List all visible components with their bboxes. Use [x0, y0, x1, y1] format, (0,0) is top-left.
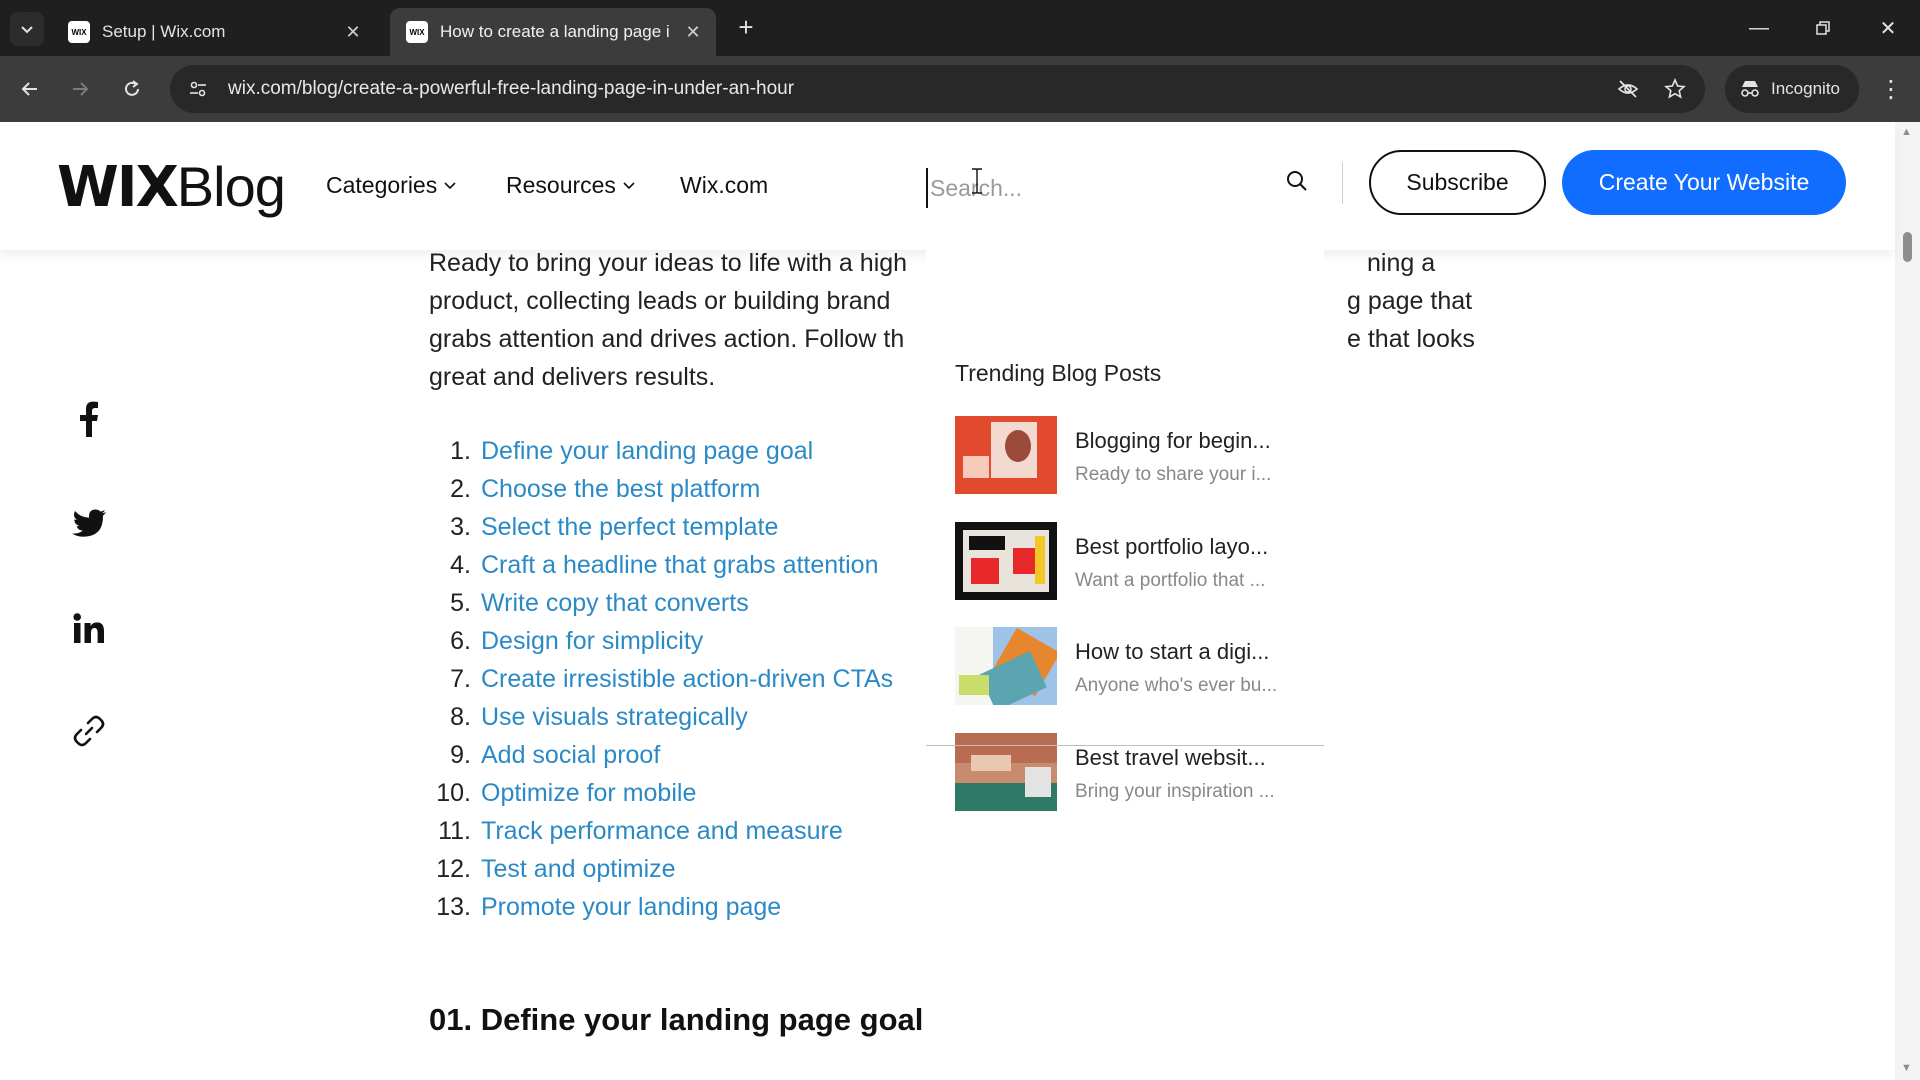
trending-post-item[interactable]: Blogging for begin... Ready to share you… [955, 416, 1325, 494]
toc-link[interactable]: Craft a headline that grabs attention [481, 546, 879, 584]
toc-link[interactable]: Track performance and measure [481, 812, 843, 850]
toc-link[interactable]: Choose the best platform [481, 470, 760, 508]
post-thumbnail [955, 522, 1057, 600]
post-title: Best travel websit... [1075, 745, 1266, 770]
close-icon[interactable]: ✕ [682, 21, 704, 43]
forward-arrow-icon[interactable] [61, 70, 99, 108]
wix-blog-logo[interactable]: WIXBlog [57, 154, 286, 220]
restore-icon[interactable] [1803, 10, 1843, 46]
scroll-down-icon[interactable]: ▼ [1901, 1062, 1913, 1074]
toc-item: 11. Track performance and measure [429, 812, 1469, 850]
wix-favicon-icon: WIX [406, 21, 428, 43]
minimize-icon[interactable]: — [1739, 10, 1779, 46]
incognito-icon [1741, 81, 1759, 97]
post-excerpt: Anyone who's ever bu... [1075, 675, 1278, 696]
header-divider [1342, 162, 1343, 204]
trending-post-item[interactable]: Best portfolio layo... Want a portfolio … [955, 522, 1325, 600]
nav-categories-label: Categories [326, 172, 438, 198]
toc-link[interactable]: Select the perfect template [481, 508, 778, 546]
tab-title: How to create a landing page i [440, 22, 670, 41]
browser-tab-bar: WIX Setup | Wix.com ✕ WIX How to create … [0, 0, 1920, 56]
wix-favicon-icon: WIX [68, 21, 90, 43]
dropdown-divider [926, 745, 1324, 746]
nav-resources[interactable]: Resources [506, 172, 636, 199]
chevron-down-icon [444, 181, 456, 189]
site-info-icon[interactable] [178, 69, 218, 109]
close-icon[interactable]: ✕ [342, 21, 364, 43]
nav-wix-com-label: Wix.com [680, 172, 769, 198]
post-title: Best portfolio layo... [1075, 534, 1269, 559]
more-menu-icon[interactable]: ⋮ [1874, 70, 1908, 108]
incognito-label: Incognito [1771, 79, 1840, 98]
toc-link[interactable]: Promote your landing page [481, 888, 781, 926]
dropdown-title: Trending Blog Posts [955, 360, 1162, 386]
tab-landing-page[interactable]: WIX How to create a landing page i ✕ [390, 8, 716, 56]
post-thumbnail [955, 627, 1057, 705]
toc-link[interactable]: Test and optimize [481, 850, 676, 888]
search-icon[interactable] [1282, 166, 1312, 196]
subscribe-button[interactable]: Subscribe [1369, 150, 1546, 215]
new-tab-plus-icon[interactable]: + [731, 12, 761, 42]
scroll-up-icon[interactable]: ▲ [1901, 126, 1913, 138]
tab-setup[interactable]: WIX Setup | Wix.com ✕ [52, 8, 376, 56]
toc-item: 12. Test and optimize [429, 850, 1469, 888]
search-dropdown: Trending Blog Posts Blogging for begin..… [926, 250, 1325, 811]
browser-toolbar: wix.com/blog/create-a-powerful-free-land… [0, 56, 1920, 122]
twitter-icon[interactable] [69, 503, 109, 543]
toc-link[interactable]: Design for simplicity [481, 622, 703, 660]
eye-off-icon[interactable] [1610, 71, 1646, 107]
section-heading: 01. Define your landing page goal [429, 1002, 924, 1037]
facebook-icon[interactable] [69, 399, 109, 439]
page-content: WIXBlog Categories Resources Wix.com Sub… [0, 122, 1920, 1080]
post-excerpt: Ready to share your i... [1075, 464, 1272, 485]
post-thumbnail [955, 416, 1057, 494]
intro-line: g page that [1347, 287, 1473, 315]
incognito-indicator[interactable]: Incognito [1725, 65, 1859, 113]
nav-resources-label: Resources [506, 172, 616, 198]
address-bar[interactable]: wix.com/blog/create-a-powerful-free-land… [170, 65, 1705, 113]
intro-right-fragment: ning a g page that e that looks [1337, 244, 1475, 358]
scrollbar-thumb[interactable] [1903, 232, 1912, 262]
toc-link[interactable]: Optimize for mobile [481, 774, 696, 812]
tab-title: Setup | Wix.com [102, 22, 226, 41]
tab-search-button[interactable] [10, 12, 44, 46]
toc-link[interactable]: Use visuals strategically [481, 698, 748, 736]
intro-line: e that looks [1347, 325, 1475, 353]
toc-item: 13. Promote your landing page [429, 888, 1469, 926]
reload-icon[interactable] [113, 70, 151, 108]
logo-wix: WIX [57, 155, 179, 220]
window-close-icon[interactable]: ✕ [1868, 10, 1908, 46]
logo-blog: Blog [176, 155, 286, 218]
post-excerpt: Want a portfolio that ... [1075, 570, 1266, 591]
bookmark-star-icon[interactable] [1657, 71, 1693, 107]
chevron-down-icon [21, 26, 33, 34]
toc-link[interactable]: Add social proof [481, 736, 660, 774]
site-header: WIXBlog Categories Resources Wix.com Sub… [0, 122, 1895, 250]
toc-link[interactable]: Create irresistible action-driven CTAs [481, 660, 893, 698]
create-your-website-button[interactable]: Create Your Website [1562, 150, 1846, 215]
text-cursor-icon [971, 168, 983, 199]
post-excerpt: Bring your inspiration ... [1075, 781, 1275, 802]
back-arrow-icon[interactable] [11, 70, 49, 108]
toc-link[interactable]: Write copy that converts [481, 584, 749, 622]
linkedin-icon[interactable] [69, 608, 109, 648]
nav-categories[interactable]: Categories [326, 172, 457, 199]
post-title: How to start a digi... [1075, 639, 1270, 664]
page-scrollbar[interactable]: ▲ ▼ [1895, 122, 1920, 1080]
chevron-down-icon [623, 181, 635, 189]
toc-link[interactable]: Define your landing page goal [481, 432, 813, 470]
url-text[interactable]: wix.com/blog/create-a-powerful-free-land… [228, 78, 794, 100]
link-icon[interactable] [69, 711, 109, 751]
search-input[interactable] [926, 168, 1306, 208]
nav-wix-com[interactable]: Wix.com [680, 172, 768, 199]
trending-post-item[interactable]: How to start a digi... Anyone who's ever… [955, 627, 1325, 705]
post-title: Blogging for begin... [1075, 428, 1271, 453]
